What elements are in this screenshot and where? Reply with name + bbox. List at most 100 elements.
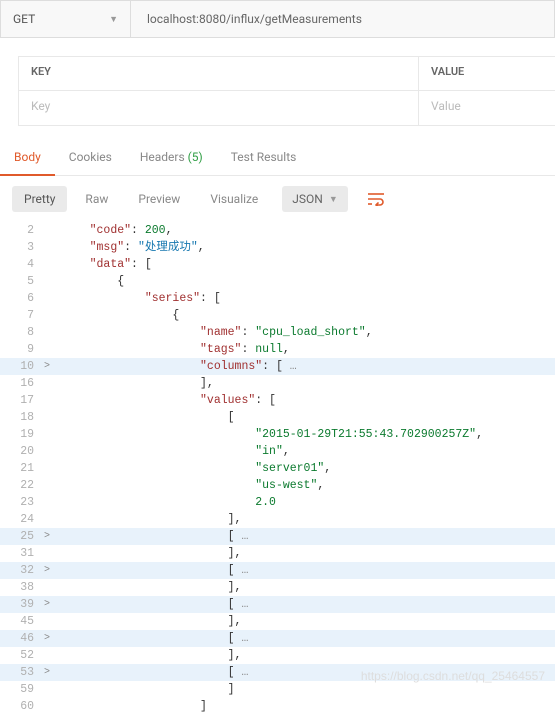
gutter-row: 22	[0, 477, 54, 494]
code-line: [	[54, 409, 555, 426]
line-number: 38	[20, 579, 34, 596]
code-line: {	[54, 273, 555, 290]
chevron-down-icon: ▼	[109, 14, 118, 25]
gutter-row: 32 >	[0, 562, 54, 579]
params-col-key: KEY	[19, 57, 419, 90]
response-body[interactable]: 2345678910>16171819202122232425>3132>383…	[0, 222, 555, 715]
code-line: "tags": null,	[54, 341, 555, 358]
line-number: 8	[27, 324, 34, 341]
code-line: [ …	[54, 630, 555, 647]
code-line: ]	[54, 698, 555, 715]
line-number: 4	[27, 256, 34, 273]
line-number: 21	[20, 460, 34, 477]
params-key-input[interactable]: Key	[19, 91, 419, 125]
code-line: 2.0	[54, 494, 555, 511]
code-line: {	[54, 307, 555, 324]
line-number: 19	[20, 426, 34, 443]
gutter-row: 6	[0, 290, 54, 307]
gutter-row: 46>	[0, 630, 54, 647]
view-visualize[interactable]: Visualize	[198, 186, 270, 212]
method-select[interactable]: GET ▼	[1, 1, 131, 37]
fold-toggle-icon[interactable]: >	[40, 562, 50, 579]
url-text: localhost:8080/influx/getMeasurements	[147, 12, 362, 26]
code-line: ],	[54, 511, 555, 528]
gutter-row: 31	[0, 545, 54, 562]
line-number: 32	[20, 562, 34, 579]
fold-toggle-icon[interactable]: >	[40, 664, 50, 681]
gutter-row: 2	[0, 222, 54, 239]
gutter-row: 21	[0, 460, 54, 477]
gutter-row: 24	[0, 511, 54, 528]
code-line: "in",	[54, 443, 555, 460]
gutter-row: 53>	[0, 664, 54, 681]
format-value: JSON	[292, 192, 323, 206]
fold-toggle-icon[interactable]: >	[40, 528, 50, 545]
code-line: "code": 200,	[54, 222, 555, 239]
code-line: [ …	[54, 528, 555, 545]
wrap-lines-icon[interactable]	[364, 189, 388, 209]
request-url-bar: GET ▼ localhost:8080/influx/getMeasureme…	[0, 0, 555, 38]
gutter-row: 23	[0, 494, 54, 511]
view-raw[interactable]: Raw	[73, 186, 120, 212]
code-line: ]	[54, 681, 555, 698]
gutter-row: 10 >	[0, 358, 54, 375]
line-gutter: 2345678910>16171819202122232425>3132>383…	[0, 222, 54, 715]
line-number: 2	[27, 222, 34, 239]
code-line: "columns": [ …	[54, 358, 555, 375]
format-select[interactable]: JSON ▼	[282, 186, 347, 212]
code-line: "name": "cpu_load_short",	[54, 324, 555, 341]
code-line: ],	[54, 545, 555, 562]
code-line: "values": [	[54, 392, 555, 409]
method-value: GET	[13, 12, 35, 26]
tab-headers-count: (5)	[188, 150, 203, 164]
code-lines[interactable]: "code": 200, "msg": "处理成功", "data": [ { …	[54, 222, 555, 715]
params-col-value: VALUE	[419, 57, 555, 90]
params-header-row: KEY VALUE	[19, 57, 555, 91]
line-number: 10	[20, 358, 34, 375]
view-mode-bar: Pretty Raw Preview Visualize JSON ▼	[0, 176, 555, 222]
line-number: 6	[27, 290, 34, 307]
code-line: ],	[54, 375, 555, 392]
code-line: "server01",	[54, 460, 555, 477]
line-number: 17	[20, 392, 34, 409]
gutter-row: 9	[0, 341, 54, 358]
gutter-row: 20	[0, 443, 54, 460]
line-number: 3	[27, 239, 34, 256]
gutter-row: 7	[0, 307, 54, 324]
gutter-row: 60	[0, 698, 54, 715]
line-number: 18	[20, 409, 34, 426]
line-number: 24	[20, 511, 34, 528]
tab-headers-label: Headers	[140, 150, 185, 164]
code-line: "series": [	[54, 290, 555, 307]
tab-body[interactable]: Body	[0, 142, 55, 176]
gutter-row: 25>	[0, 528, 54, 545]
tab-test-results[interactable]: Test Results	[217, 142, 311, 175]
code-line: [ …	[54, 562, 555, 579]
view-pretty[interactable]: Pretty	[12, 186, 67, 212]
code-line: "msg": "处理成功",	[54, 239, 555, 256]
params-input-row[interactable]: Key Value	[19, 91, 555, 125]
code-line: ],	[54, 647, 555, 664]
gutter-row: 52	[0, 647, 54, 664]
gutter-row: 38	[0, 579, 54, 596]
line-number: 20	[20, 443, 34, 460]
gutter-row: 3	[0, 239, 54, 256]
fold-toggle-icon[interactable]: >	[40, 596, 50, 613]
fold-toggle-icon[interactable]: >	[40, 358, 50, 375]
view-preview[interactable]: Preview	[126, 186, 192, 212]
gutter-row: 18	[0, 409, 54, 426]
fold-toggle-icon[interactable]: >	[40, 630, 50, 647]
gutter-row: 4	[0, 256, 54, 273]
line-number: 23	[20, 494, 34, 511]
response-tabs: Body Cookies Headers (5) Test Results	[0, 142, 555, 176]
tab-headers[interactable]: Headers (5)	[126, 142, 217, 175]
gutter-row: 39>	[0, 596, 54, 613]
params-value-input[interactable]: Value	[419, 91, 555, 125]
line-number: 59	[20, 681, 34, 698]
gutter-row: 45	[0, 613, 54, 630]
line-number: 45	[20, 613, 34, 630]
chevron-down-icon: ▼	[329, 194, 338, 205]
tab-cookies[interactable]: Cookies	[55, 142, 126, 175]
url-input[interactable]: localhost:8080/influx/getMeasurements	[131, 1, 554, 37]
gutter-row: 19	[0, 426, 54, 443]
